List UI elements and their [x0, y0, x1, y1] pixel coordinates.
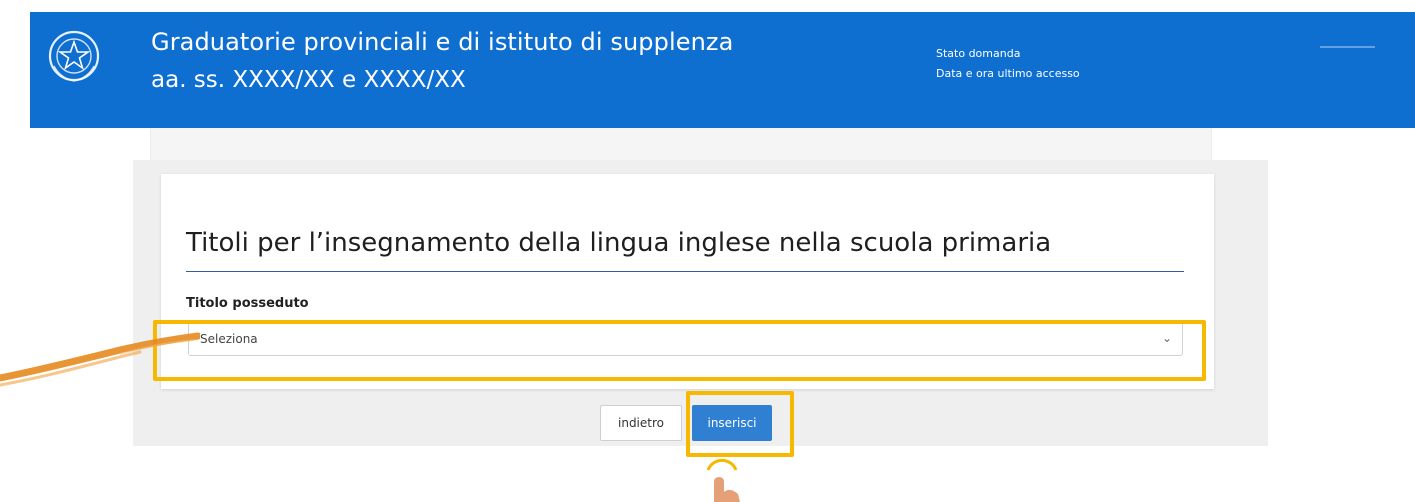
select-highlight-frame — [153, 320, 1206, 381]
back-button[interactable]: indietro — [600, 405, 682, 441]
brush-stroke-decoration — [0, 332, 200, 387]
form-title: Titoli per l’insegnamento della lingua i… — [186, 228, 1052, 258]
school-years-subtitle: aa. ss. XXXX/XX e XXXX/XX — [151, 67, 466, 93]
user-status-block: Stato domanda Data e ora ultimo accesso — [936, 44, 1080, 84]
app-title: Graduatorie provinciali e di istituto di… — [151, 28, 734, 56]
title-divider — [186, 271, 1184, 272]
hand-pointer-icon — [706, 458, 740, 502]
republic-emblem-icon — [48, 30, 100, 82]
insert-highlight-frame — [686, 391, 794, 457]
title-owned-label: Titolo posseduto — [186, 296, 309, 311]
header-divider — [1320, 46, 1375, 48]
last-access-label: Data e ora ultimo accesso — [936, 67, 1080, 80]
app-header: Graduatorie provinciali e di istituto di… — [30, 12, 1415, 128]
content-top-strip — [150, 128, 1212, 160]
application-status-label: Stato domanda — [936, 47, 1021, 60]
